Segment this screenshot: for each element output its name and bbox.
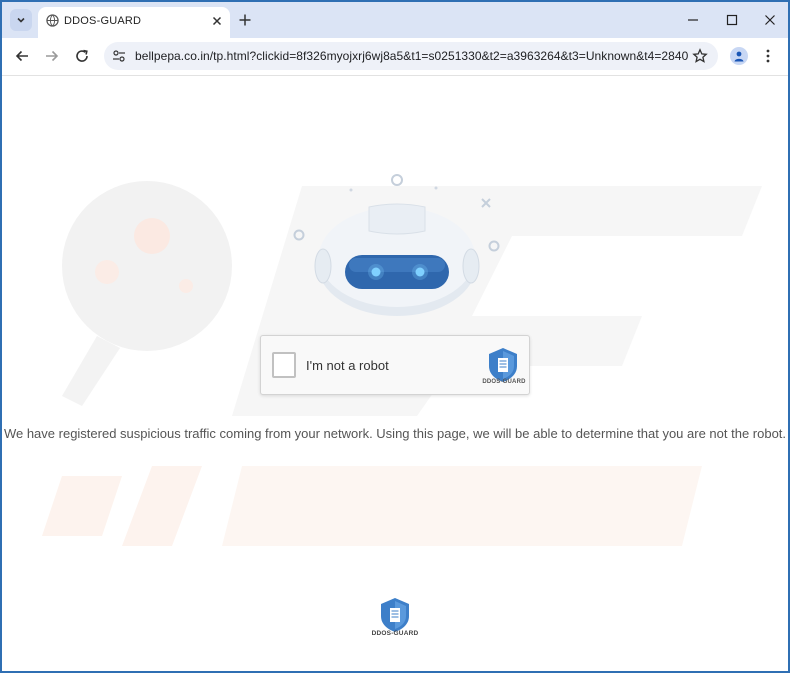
chevron-down-icon bbox=[17, 17, 25, 23]
tab-strip: DDOS-GUARD bbox=[2, 2, 788, 38]
kebab-menu-icon[interactable] bbox=[766, 49, 770, 63]
url-text: bellpepa.co.in/tp.html?clickid=8f326myoj… bbox=[135, 49, 689, 63]
web-page: I'm not a robot DDOS-GUARD We have regis… bbox=[2, 76, 788, 671]
reload-icon[interactable] bbox=[74, 48, 90, 64]
maximize-icon[interactable] bbox=[726, 14, 738, 26]
close-icon[interactable] bbox=[764, 14, 776, 26]
person-icon bbox=[734, 51, 744, 62]
footer-logo-text: DDOS-GUARD bbox=[371, 630, 419, 637]
tune-icon[interactable] bbox=[112, 49, 126, 63]
captcha-checkbox[interactable] bbox=[272, 352, 296, 378]
address-bar[interactable]: bellpepa.co.in/tp.html?clickid=8f326myoj… bbox=[104, 42, 718, 70]
browser-window: DDOS-GUARD bellpepa.co.in/tp.html?clicki… bbox=[0, 0, 790, 673]
star-icon[interactable] bbox=[692, 48, 708, 64]
arrow-right-icon[interactable] bbox=[44, 48, 60, 64]
warning-message: We have registered suspicious traffic co… bbox=[3, 426, 787, 441]
profile-button[interactable] bbox=[730, 47, 748, 65]
minimize-icon[interactable] bbox=[687, 14, 699, 26]
robot-illustration bbox=[293, 174, 500, 316]
tab-search-button[interactable] bbox=[10, 9, 32, 31]
globe-icon bbox=[46, 14, 59, 27]
arrow-left-icon[interactable] bbox=[14, 48, 30, 64]
plus-icon[interactable] bbox=[238, 13, 252, 27]
captcha-logo-text: DDOS-GUARD bbox=[482, 379, 526, 385]
browser-toolbar: bellpepa.co.in/tp.html?clickid=8f326myoj… bbox=[2, 38, 788, 76]
browser-tab[interactable]: DDOS-GUARD bbox=[38, 7, 230, 38]
close-icon[interactable] bbox=[210, 14, 224, 28]
captcha-label: I'm not a robot bbox=[306, 358, 389, 373]
tab-title: DDOS-GUARD bbox=[64, 15, 142, 27]
captcha-widget: I'm not a robot DDOS-GUARD bbox=[260, 335, 530, 395]
